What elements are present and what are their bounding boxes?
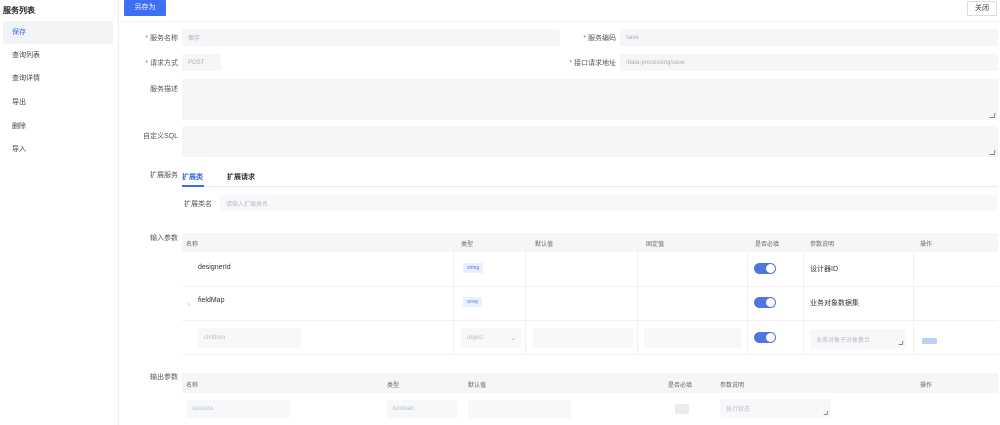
request-method-select[interactable]: POST bbox=[182, 54, 221, 71]
sidebar: 服务列表 保存 查询列表 查询详情 导出 删除 导入 bbox=[0, 0, 119, 425]
col-header-type: 类型 bbox=[387, 383, 400, 389]
column-divider bbox=[637, 252, 638, 354]
col-header-name: 名称 bbox=[186, 242, 199, 248]
col-header-actions: 操作 bbox=[920, 242, 933, 248]
service-name-input[interactable]: 保存 bbox=[182, 29, 560, 46]
sidebar-item-import[interactable]: 导入 bbox=[3, 138, 113, 161]
column-divider bbox=[525, 252, 526, 354]
chevron-down-icon: ⌄ bbox=[511, 336, 517, 342]
param-name-input[interactable]: children bbox=[198, 328, 301, 348]
param-name: designerId bbox=[198, 264, 231, 271]
required-toggle[interactable] bbox=[754, 297, 776, 308]
output-desc-input[interactable]: 执行状态 bbox=[720, 399, 831, 418]
tab-active-indicator bbox=[182, 185, 204, 187]
request-method-label: * 请求方式 bbox=[145, 60, 178, 67]
resize-handle-icon[interactable] bbox=[823, 411, 829, 415]
col-header-required: 是否必填 bbox=[668, 383, 693, 389]
param-desc: 业务对象数据集 bbox=[810, 300, 859, 307]
col-header-name: 名称 bbox=[186, 383, 199, 389]
col-header-desc: 参数说明 bbox=[720, 383, 745, 389]
col-header-default: 默认值 bbox=[468, 383, 487, 389]
input-params-label: 输入参数 bbox=[150, 235, 178, 242]
param-desc: 设计器ID bbox=[810, 266, 838, 273]
api-path-label: * 接口请求地址 bbox=[569, 60, 616, 67]
service-code-label: * 服务编码 bbox=[583, 35, 616, 42]
tab-extension-class[interactable]: 扩展类 bbox=[182, 172, 203, 182]
resize-handle-icon[interactable] bbox=[989, 150, 996, 155]
required-toggle[interactable] bbox=[754, 263, 776, 274]
param-type-value: object bbox=[467, 335, 484, 341]
extension-label: 扩展服务 bbox=[150, 172, 178, 179]
sidebar-item-save[interactable]: 保存 bbox=[3, 21, 113, 44]
toolbar: 另存为 关闭 bbox=[120, 0, 1000, 22]
input-params-header bbox=[182, 233, 998, 252]
api-path-input[interactable]: /data-processing/save bbox=[620, 54, 998, 71]
service-code-input[interactable]: save bbox=[620, 29, 998, 46]
sidebar-title: 服务列表 bbox=[3, 6, 35, 15]
extension-class-name-label: 扩展类名 bbox=[184, 201, 212, 208]
param-type-tag: array bbox=[463, 297, 483, 307]
tab-divider bbox=[182, 186, 998, 187]
service-desc-textarea[interactable] bbox=[182, 79, 998, 120]
param-name: fieldMap bbox=[198, 297, 225, 304]
custom-sql-textarea[interactable] bbox=[182, 126, 998, 157]
param-type-tag: string bbox=[463, 263, 484, 273]
resize-handle-icon[interactable] bbox=[989, 113, 996, 118]
required-toggle[interactable] bbox=[754, 332, 776, 343]
row-divider bbox=[182, 286, 998, 287]
service-name-label: * 服务名称 bbox=[145, 35, 178, 42]
param-default-input[interactable] bbox=[533, 328, 633, 348]
output-type-select[interactable]: boolean bbox=[387, 400, 457, 418]
main-panel: 另存为 关闭 * 服务名称 保存 * 服务编码 save * 请求方式 POST * 接… bbox=[120, 0, 1000, 425]
service-desc-label: 服务描述 bbox=[150, 86, 178, 93]
save-as-button[interactable]: 另存为 bbox=[124, 0, 166, 16]
extension-class-name-input[interactable]: 请输入扩展类名 bbox=[220, 195, 998, 211]
row-action-button[interactable] bbox=[922, 338, 937, 344]
custom-sql-label: 自定义SQL bbox=[142, 133, 178, 140]
output-default-input[interactable] bbox=[468, 400, 571, 418]
required-toggle[interactable] bbox=[675, 404, 689, 414]
col-header-actions: 操作 bbox=[920, 383, 933, 389]
sidebar-item-export[interactable]: 导出 bbox=[3, 91, 113, 114]
row-divider bbox=[182, 320, 998, 321]
col-header-default: 默认值 bbox=[535, 242, 554, 248]
output-params-label: 输出参数 bbox=[150, 374, 178, 381]
sidebar-item-delete[interactable]: 删除 bbox=[3, 115, 113, 138]
col-header-required: 是否必填 bbox=[755, 242, 780, 248]
col-header-desc: 参数说明 bbox=[810, 242, 835, 248]
output-name-input[interactable]: success bbox=[186, 400, 290, 418]
resize-handle-icon[interactable] bbox=[898, 341, 904, 345]
param-fixed-input[interactable] bbox=[644, 328, 742, 348]
column-divider bbox=[803, 252, 804, 354]
param-desc-input[interactable]: 业务对象子对象集合 bbox=[810, 329, 906, 349]
sidebar-item-query-list[interactable]: 查询列表 bbox=[3, 44, 113, 67]
tab-extension-request[interactable]: 扩展请求 bbox=[227, 172, 255, 182]
output-params-header bbox=[182, 373, 998, 393]
column-divider bbox=[453, 252, 454, 354]
col-header-type: 类型 bbox=[461, 242, 474, 248]
output-type-value: boolean bbox=[393, 406, 415, 412]
col-header-fixed: 固定值 bbox=[646, 242, 665, 248]
column-divider bbox=[747, 252, 748, 354]
expand-row-icon[interactable]: › bbox=[188, 302, 190, 308]
row-divider bbox=[182, 354, 998, 355]
close-button[interactable]: 关闭 bbox=[967, 1, 997, 16]
sidebar-item-query-detail[interactable]: 查询详情 bbox=[3, 67, 113, 90]
column-divider bbox=[913, 252, 914, 354]
